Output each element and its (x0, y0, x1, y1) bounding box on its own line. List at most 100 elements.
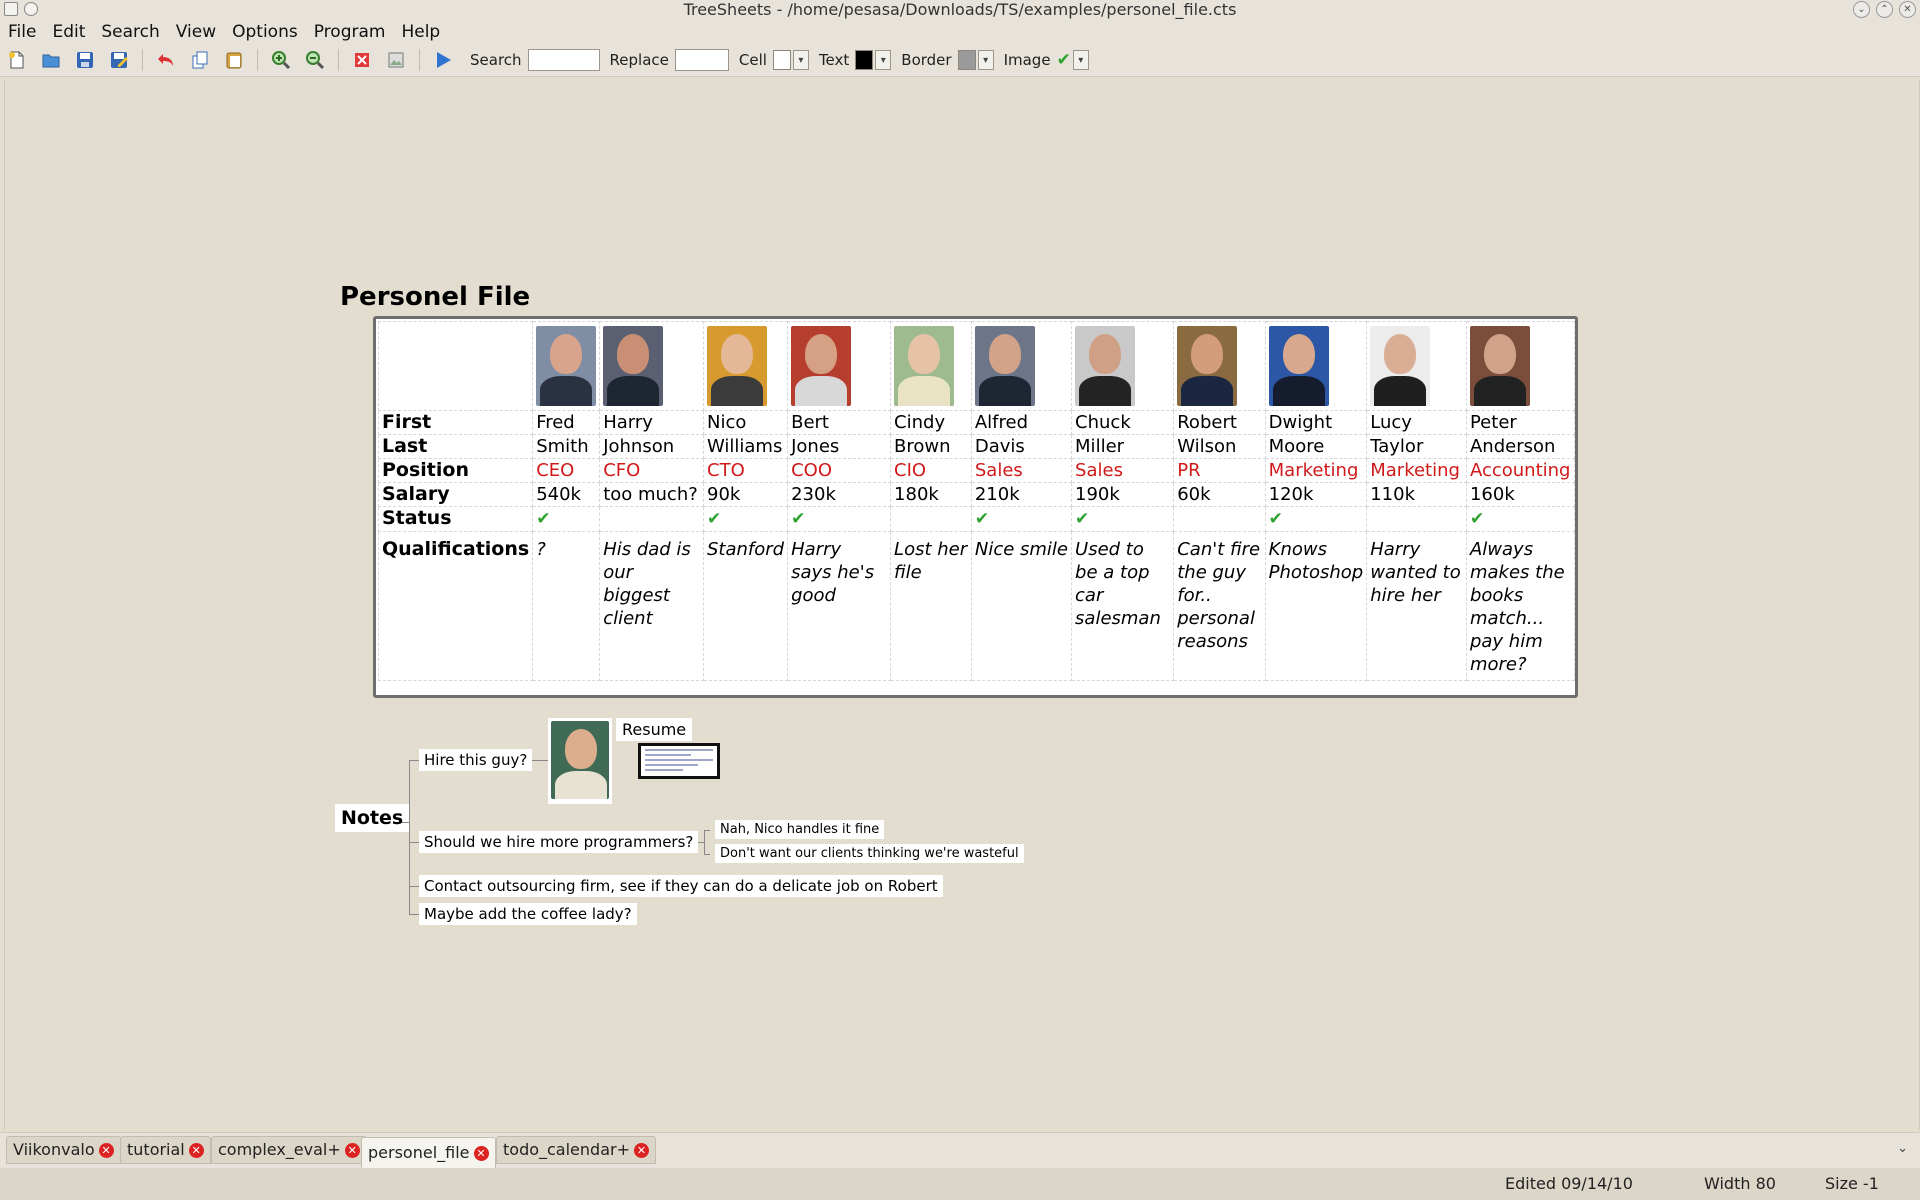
photo-cell[interactable] (1071, 321, 1175, 411)
salary-cell[interactable]: 60k (1173, 482, 1266, 507)
photo-cell[interactable] (599, 321, 704, 411)
last-cell[interactable]: Anderson (1465, 434, 1576, 459)
menu-options[interactable]: Options (224, 20, 306, 44)
status-cell[interactable]: ✔ (532, 506, 601, 532)
qualifications-cell[interactable]: Used to be a top car salesman (1071, 531, 1175, 681)
document-title[interactable]: Personel File (340, 282, 530, 312)
border-color-dropdown[interactable]: ▾ (977, 50, 994, 70)
undo-icon[interactable] (155, 49, 177, 71)
copy-icon[interactable] (189, 49, 211, 71)
position-cell[interactable]: CTO (702, 458, 789, 483)
last-cell[interactable]: Brown (890, 434, 972, 459)
salary-cell[interactable]: 120k (1264, 482, 1368, 507)
tab-complex-eval[interactable]: complex_eval+ ✕ (211, 1136, 367, 1164)
photo-cell[interactable] (1465, 321, 1576, 411)
first-cell[interactable]: Cindy (890, 410, 972, 435)
qualifications-cell[interactable]: Can't fire the guy for.. personal reason… (1173, 531, 1266, 681)
photo-cell[interactable] (787, 321, 892, 411)
last-cell[interactable]: Miller (1071, 434, 1175, 459)
menu-file[interactable]: File (0, 20, 44, 44)
position-cell[interactable]: Marketing (1264, 458, 1368, 483)
status-cell[interactable]: ✔ (1465, 506, 1576, 532)
position-cell[interactable]: COO (787, 458, 892, 483)
image-icon[interactable] (385, 49, 407, 71)
resume-label[interactable]: Resume (616, 718, 693, 741)
close-tab-icon[interactable]: ✕ (344, 1142, 360, 1158)
last-cell[interactable]: Moore (1264, 434, 1368, 459)
first-cell[interactable]: Chuck (1071, 410, 1175, 435)
first-cell[interactable]: Robert (1173, 410, 1266, 435)
maximize-icon[interactable]: ⌃ (1876, 1, 1893, 18)
photo-cell[interactable] (1264, 321, 1368, 411)
corner-cell[interactable] (377, 321, 534, 411)
qualifications-cell[interactable]: Knows Photoshop (1264, 531, 1368, 681)
new-file-icon[interactable] (6, 49, 28, 71)
note-more-programmers[interactable]: Should we hire more programmers? (419, 831, 699, 853)
qualifications-cell[interactable]: Stanford (702, 531, 789, 681)
photo-cell[interactable] (1173, 321, 1266, 411)
close-icon[interactable]: ✕ (1899, 1, 1916, 18)
photo-cell[interactable] (890, 321, 972, 411)
salary-cell[interactable]: 540k (532, 482, 601, 507)
position-cell[interactable]: Sales (1071, 458, 1175, 483)
salary-cell[interactable]: too much? (599, 482, 704, 507)
run-icon[interactable] (432, 49, 454, 71)
first-cell[interactable]: Lucy (1366, 410, 1467, 435)
close-tab-icon[interactable]: ✕ (473, 1145, 489, 1161)
position-cell[interactable]: CIO (890, 458, 972, 483)
text-color-swatch[interactable] (855, 50, 874, 70)
qualifications-cell[interactable]: Always makes the books match... pay him … (1465, 531, 1576, 681)
photo-cell[interactable] (970, 321, 1073, 411)
last-cell[interactable]: Jones (787, 434, 892, 459)
candidate-photo[interactable] (548, 718, 612, 804)
first-cell[interactable]: Bert (787, 410, 892, 435)
status-cell[interactable]: ✔ (970, 506, 1073, 532)
qualifications-cell[interactable]: His dad is our biggest client (599, 531, 704, 681)
tab-personel-file[interactable]: personel_file ✕ (361, 1137, 496, 1169)
position-cell[interactable]: Sales (970, 458, 1073, 483)
tab-list-dropdown-icon[interactable]: ⌄ (1897, 1141, 1908, 1156)
last-cell[interactable]: Williams (702, 434, 789, 459)
qualifications-cell[interactable]: Harry wanted to hire her (1366, 531, 1467, 681)
menu-program[interactable]: Program (306, 20, 394, 44)
close-tab-icon[interactable]: ✕ (633, 1142, 649, 1158)
personel-grid[interactable]: First Fred Harry Nico Bert Cindy Alfred Chuck Ro… (373, 316, 1578, 698)
menu-view[interactable]: View (168, 20, 224, 44)
row-header-salary[interactable]: Salary (377, 482, 534, 507)
note-hire-guy[interactable]: Hire this guy? (419, 749, 533, 771)
first-cell[interactable]: Nico (702, 410, 789, 435)
qualifications-cell[interactable]: Nice smile (970, 531, 1073, 681)
zoom-out-icon[interactable] (304, 49, 326, 71)
row-header-position[interactable]: Position (377, 458, 534, 483)
last-cell[interactable]: Johnson (599, 434, 704, 459)
status-cell[interactable]: ✔ (787, 506, 892, 532)
row-header-last[interactable]: Last (377, 434, 534, 459)
salary-cell[interactable]: 90k (702, 482, 789, 507)
position-cell[interactable]: CEO (532, 458, 601, 483)
save-as-icon[interactable] (108, 49, 130, 71)
position-cell[interactable]: PR (1173, 458, 1266, 483)
first-cell[interactable]: Fred (532, 410, 601, 435)
tab-viikonvalo[interactable]: Viikonvalo ✕ (6, 1136, 121, 1164)
minimize-icon[interactable]: ⌄ (1853, 1, 1870, 18)
note-reply-nico[interactable]: Nah, Nico handles it fine (715, 820, 885, 839)
menu-search[interactable]: Search (93, 20, 167, 44)
row-header-first[interactable]: First (377, 410, 534, 435)
first-cell[interactable]: Dwight (1264, 410, 1368, 435)
position-cell[interactable]: Accounting (1465, 458, 1576, 483)
open-folder-icon[interactable] (40, 49, 62, 71)
resume-document-thumbnail[interactable] (638, 743, 720, 779)
menu-help[interactable]: Help (393, 20, 448, 44)
qualifications-cell[interactable]: Harry says he's good (787, 531, 892, 681)
app-menu-icon[interactable] (4, 2, 18, 16)
image-dropdown[interactable]: ▾ (1072, 50, 1089, 70)
zoom-in-icon[interactable] (270, 49, 292, 71)
note-reply-wasteful[interactable]: Don't want our clients thinking we're wa… (715, 844, 1024, 863)
first-cell[interactable]: Harry (599, 410, 704, 435)
photo-cell[interactable] (532, 321, 601, 411)
qualifications-cell[interactable]: ? (532, 531, 601, 681)
qualifications-cell[interactable]: Lost her file (890, 531, 972, 681)
note-coffee-lady[interactable]: Maybe add the coffee lady? (419, 903, 637, 925)
note-outsourcing[interactable]: Contact outsourcing firm, see if they ca… (419, 875, 943, 897)
status-cell[interactable] (1173, 506, 1266, 532)
